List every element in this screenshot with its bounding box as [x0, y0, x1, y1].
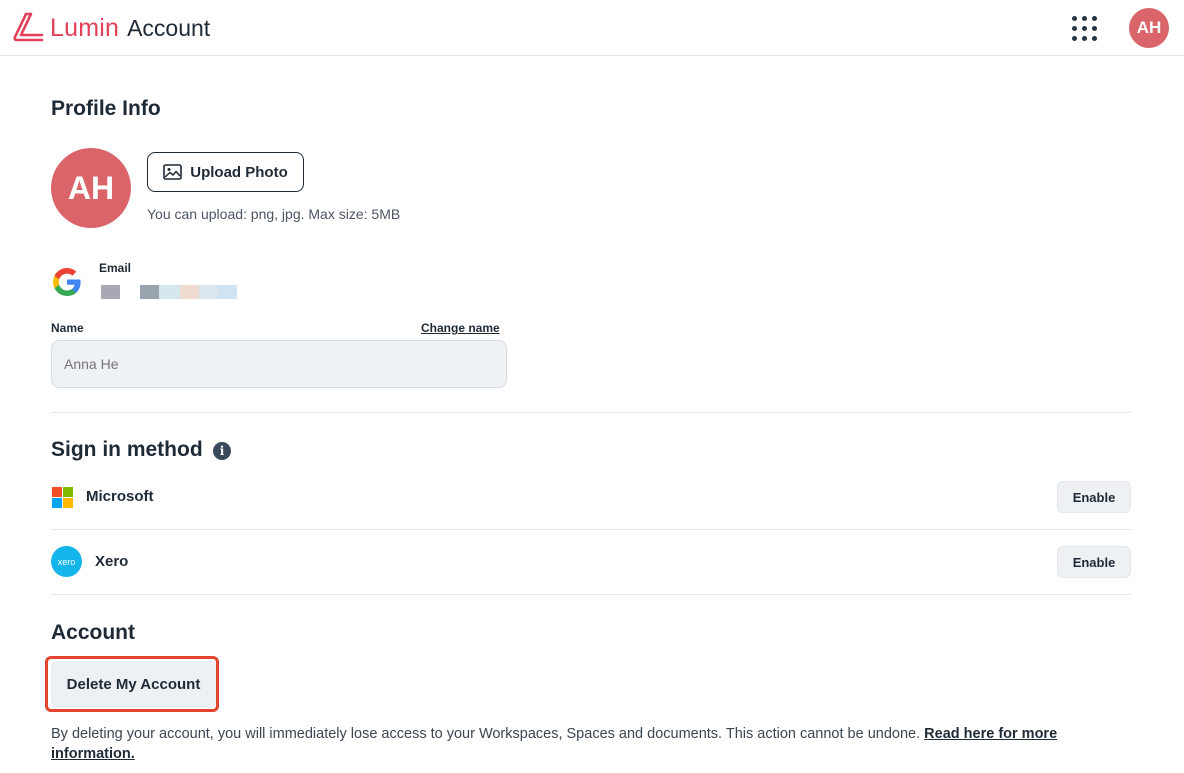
- lumin-logo-icon: [13, 12, 44, 42]
- top-bar: Lumin Account AH: [0, 0, 1184, 56]
- upload-photo-label: Upload Photo: [190, 163, 288, 181]
- account-title: Account: [51, 621, 135, 644]
- upload-hint: You can upload: png, jpg. Max size: 5MB: [147, 206, 401, 222]
- method-name-xero: Xero: [95, 553, 129, 570]
- enable-microsoft-button[interactable]: Enable: [1057, 481, 1131, 513]
- microsoft-icon: [52, 487, 73, 508]
- lumin-logo[interactable]: Lumin Account: [12, 10, 210, 46]
- delete-account-button[interactable]: Delete My Account: [51, 661, 216, 708]
- email-label: Email: [99, 261, 132, 275]
- image-icon: [163, 164, 183, 180]
- divider: [51, 412, 1131, 413]
- profile-info-title: Profile Info: [51, 97, 161, 120]
- change-name-link[interactable]: Change name: [421, 321, 500, 335]
- sign-in-method-title: Sign in method: [51, 438, 203, 461]
- delete-description-text: By deleting your account, you will immed…: [51, 726, 921, 742]
- brand-name: Lumin: [50, 13, 120, 42]
- xero-icon: xero: [51, 546, 82, 577]
- google-icon: [53, 268, 81, 296]
- divider: [51, 529, 1131, 530]
- info-icon[interactable]: i: [213, 442, 231, 460]
- upload-photo-button[interactable]: Upload Photo: [147, 152, 304, 192]
- enable-xero-button[interactable]: Enable: [1057, 546, 1131, 578]
- method-name-microsoft: Microsoft: [86, 488, 154, 505]
- name-field[interactable]: [51, 340, 507, 388]
- brand-subtitle: Account: [127, 14, 211, 41]
- profile-avatar: AH: [51, 148, 131, 228]
- divider: [51, 594, 1131, 595]
- delete-description: By deleting your account, you will immed…: [51, 724, 1111, 764]
- name-label: Name: [51, 321, 84, 335]
- user-avatar[interactable]: AH: [1129, 8, 1169, 48]
- email-value-redacted: [101, 285, 237, 299]
- grid-apps-icon[interactable]: [1068, 12, 1102, 46]
